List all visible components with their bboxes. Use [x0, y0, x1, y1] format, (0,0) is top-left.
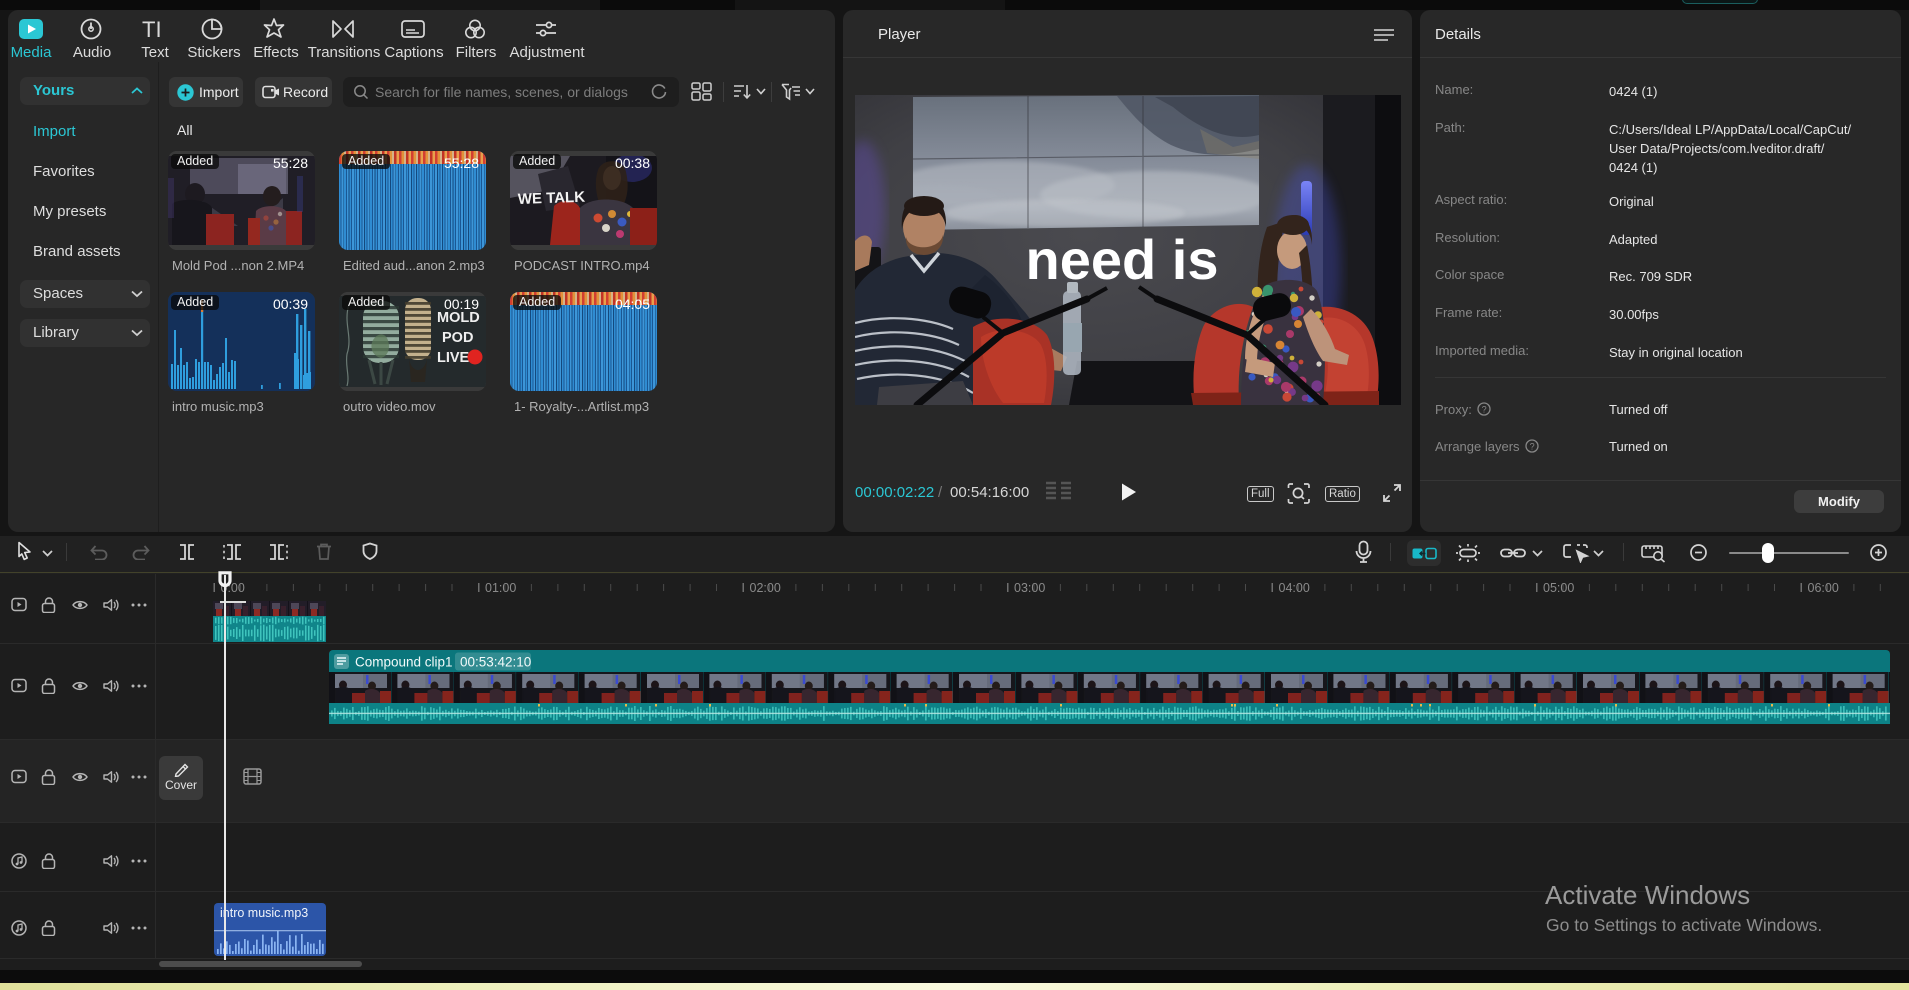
svg-text:03:00: 03:00	[1014, 581, 1045, 595]
svg-text:TI: TI	[142, 18, 162, 40]
svg-text:LIVE: LIVE	[437, 350, 470, 366]
svg-text:02:00: 02:00	[750, 581, 781, 595]
svg-text:?: ?	[1481, 404, 1486, 414]
svg-text:06:00: 06:00	[1808, 581, 1839, 595]
svg-text:?: ?	[1529, 441, 1534, 451]
svg-text:05:00: 05:00	[1543, 581, 1574, 595]
svg-text:WE TALK: WE TALK	[518, 189, 586, 208]
svg-text:POD: POD	[442, 330, 473, 346]
svg-text:need is: need is	[1026, 228, 1219, 291]
svg-text:04:00: 04:00	[1279, 581, 1310, 595]
svg-text:00:53:42:10: 00:53:42:10	[460, 655, 531, 670]
svg-text:intro music.mp3: intro music.mp3	[220, 906, 308, 920]
svg-text:MOLD: MOLD	[437, 310, 480, 326]
svg-text:01:00: 01:00	[485, 581, 516, 595]
svg-text:Compound clip1: Compound clip1	[355, 655, 453, 670]
